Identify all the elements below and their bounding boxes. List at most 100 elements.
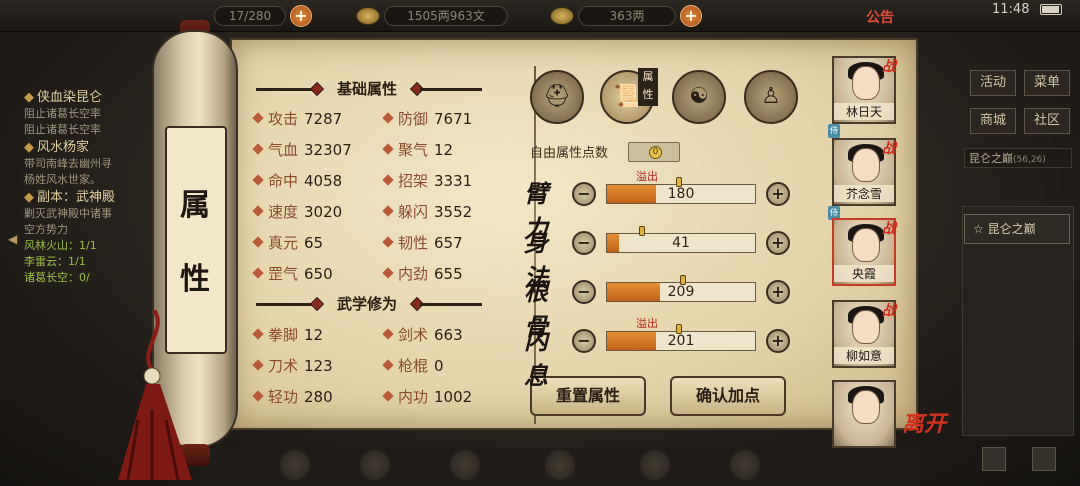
copper-display: 1505两963文 <box>384 6 508 26</box>
diamond-bullet-icon <box>382 267 394 279</box>
attribute-bar: 201 <box>606 324 756 351</box>
team-portrait[interactable]: 战柳如意 <box>832 300 896 368</box>
battle-badge: 战 <box>882 221 896 237</box>
bottom-map-icon[interactable] <box>730 450 760 480</box>
meridian-figure-icon: ♙ <box>761 84 781 109</box>
stat-value: 7287 <box>304 110 343 128</box>
diamond-bullet-icon <box>252 174 264 186</box>
stat-value: 7671 <box>434 110 473 128</box>
team-portrait[interactable] <box>832 380 896 448</box>
free-points-label: 自由属性点数 <box>530 146 609 161</box>
stat-label: 攻击 <box>268 110 299 128</box>
stat-label: 速度 <box>268 203 299 221</box>
stat-label: 气血 <box>268 141 299 159</box>
portrait-face <box>852 148 880 182</box>
stat-item: 攻击 7287 <box>252 108 343 130</box>
increase-button[interactable]: + <box>766 280 790 304</box>
attribute-name: 内息 <box>524 326 548 390</box>
bottom-martial-icon[interactable] <box>360 450 390 480</box>
decrease-button[interactable]: − <box>572 329 596 353</box>
decrease-button[interactable]: − <box>572 182 596 206</box>
region-tab[interactable]: ☆ 昆仑之巅 <box>964 214 1070 244</box>
stat-label: 真元 <box>268 234 299 252</box>
attribute-bar: 41 <box>606 226 756 253</box>
hat-icon: ⛑ <box>543 84 571 109</box>
collapse-quest-arrow-icon[interactable]: ◀ <box>8 232 17 246</box>
diamond-bullet-icon <box>382 390 394 402</box>
bottom-bag-icon[interactable] <box>280 450 310 480</box>
stat-label: 轻功 <box>268 388 299 406</box>
leave-button[interactable]: 离开 <box>902 406 946 438</box>
stat-value: 65 <box>304 234 324 252</box>
basic-title-bar-right <box>420 88 482 91</box>
diamond-bullet-icon <box>252 112 264 124</box>
stat-item: 气血 32307 <box>252 139 352 161</box>
stat-label: 罡气 <box>268 265 299 283</box>
add-stamina-button[interactable]: + <box>290 5 312 27</box>
diamond-bullet-icon <box>252 143 264 155</box>
stat-value: 655 <box>434 265 463 283</box>
portrait-face <box>852 390 880 424</box>
activity-button[interactable]: 活动 <box>970 70 1016 96</box>
tab-bagua[interactable]: ☯ <box>672 70 726 124</box>
right-bottom-button-2[interactable] <box>1032 447 1056 471</box>
diamond-bullet-icon <box>382 112 394 124</box>
increase-button[interactable]: + <box>766 231 790 255</box>
decrease-button[interactable]: − <box>572 280 596 304</box>
stat-value: 663 <box>434 326 463 344</box>
tab-meridian[interactable]: ♙ <box>744 70 798 124</box>
stat-value: 12 <box>304 326 324 344</box>
martial-title-bar-right <box>420 303 482 306</box>
scroll-title-char: 属 <box>180 188 210 223</box>
stat-item: 罡气 650 <box>252 263 333 285</box>
stat-value: 1002 <box>434 388 473 406</box>
clock: 11:48 <box>992 2 1030 17</box>
bottom-bagua-icon[interactable] <box>450 450 480 480</box>
silver-ingot-icon <box>550 7 574 25</box>
team-portrait[interactable]: 战央霞 <box>832 218 896 286</box>
stat-item: 躲闪 3552 <box>382 201 473 223</box>
battle-badge: 战 <box>882 303 896 319</box>
silver-display: 363两 <box>578 6 676 26</box>
bagua-icon: ☯ <box>689 84 709 109</box>
confirm-points-button[interactable]: 确认加点 <box>670 376 786 416</box>
bottom-record-icon[interactable] <box>640 450 670 480</box>
stat-item: 内功 1002 <box>382 386 473 408</box>
stat-value: 3552 <box>434 203 473 221</box>
stat-label: 命中 <box>268 172 299 190</box>
region-coords: (56,26) <box>1013 155 1046 165</box>
bottom-skill-icon[interactable] <box>545 450 575 480</box>
increase-button[interactable]: + <box>766 329 790 353</box>
shop-button[interactable]: 商城 <box>970 108 1016 134</box>
team-portrait[interactable]: 战林日天 <box>832 56 896 124</box>
stat-label: 拳脚 <box>268 326 299 344</box>
stat-value: 123 <box>304 357 333 375</box>
increase-button[interactable]: + <box>766 182 790 206</box>
stat-label: 防御 <box>398 110 429 128</box>
decrease-button[interactable]: − <box>572 231 596 255</box>
stat-item: 枪棍 0 <box>382 355 444 377</box>
right-bottom-button-1[interactable] <box>982 447 1006 471</box>
top-bar: 17/280 + 1505两963文 363两 + 公告 11:48 <box>0 0 1080 32</box>
stat-item: 轻功 280 <box>252 386 333 408</box>
overflow-label: 溢出 <box>636 170 658 183</box>
stat-value: 3331 <box>434 172 473 190</box>
diamond-bullet-icon <box>382 205 394 217</box>
attribute-value: 180 <box>667 186 695 202</box>
diamond-bullet-icon <box>252 328 264 340</box>
team-portrait[interactable]: 战芥念雪 <box>832 138 896 206</box>
stat-label: 内劲 <box>398 265 429 283</box>
stamina-display: 17/280 <box>214 6 286 26</box>
diamond-bullet-icon <box>382 174 394 186</box>
tab-equipment[interactable]: ⛑ <box>530 70 584 124</box>
stat-label: 聚气 <box>398 141 429 159</box>
menu-button[interactable]: 菜单 <box>1024 70 1070 96</box>
community-button[interactable]: 社区 <box>1024 108 1070 134</box>
notice-button[interactable]: 公告 <box>866 7 894 27</box>
stat-value: 12 <box>434 141 454 159</box>
portrait-name: 芥念雪 <box>834 185 894 202</box>
region-indicator: 昆仑之巅(56,26) <box>964 148 1072 168</box>
game-screen: { "topbar": { "stamina": "17/280", "copp… <box>0 0 1080 486</box>
silver-value: 363两 <box>609 9 645 23</box>
add-silver-button[interactable]: + <box>680 5 702 27</box>
